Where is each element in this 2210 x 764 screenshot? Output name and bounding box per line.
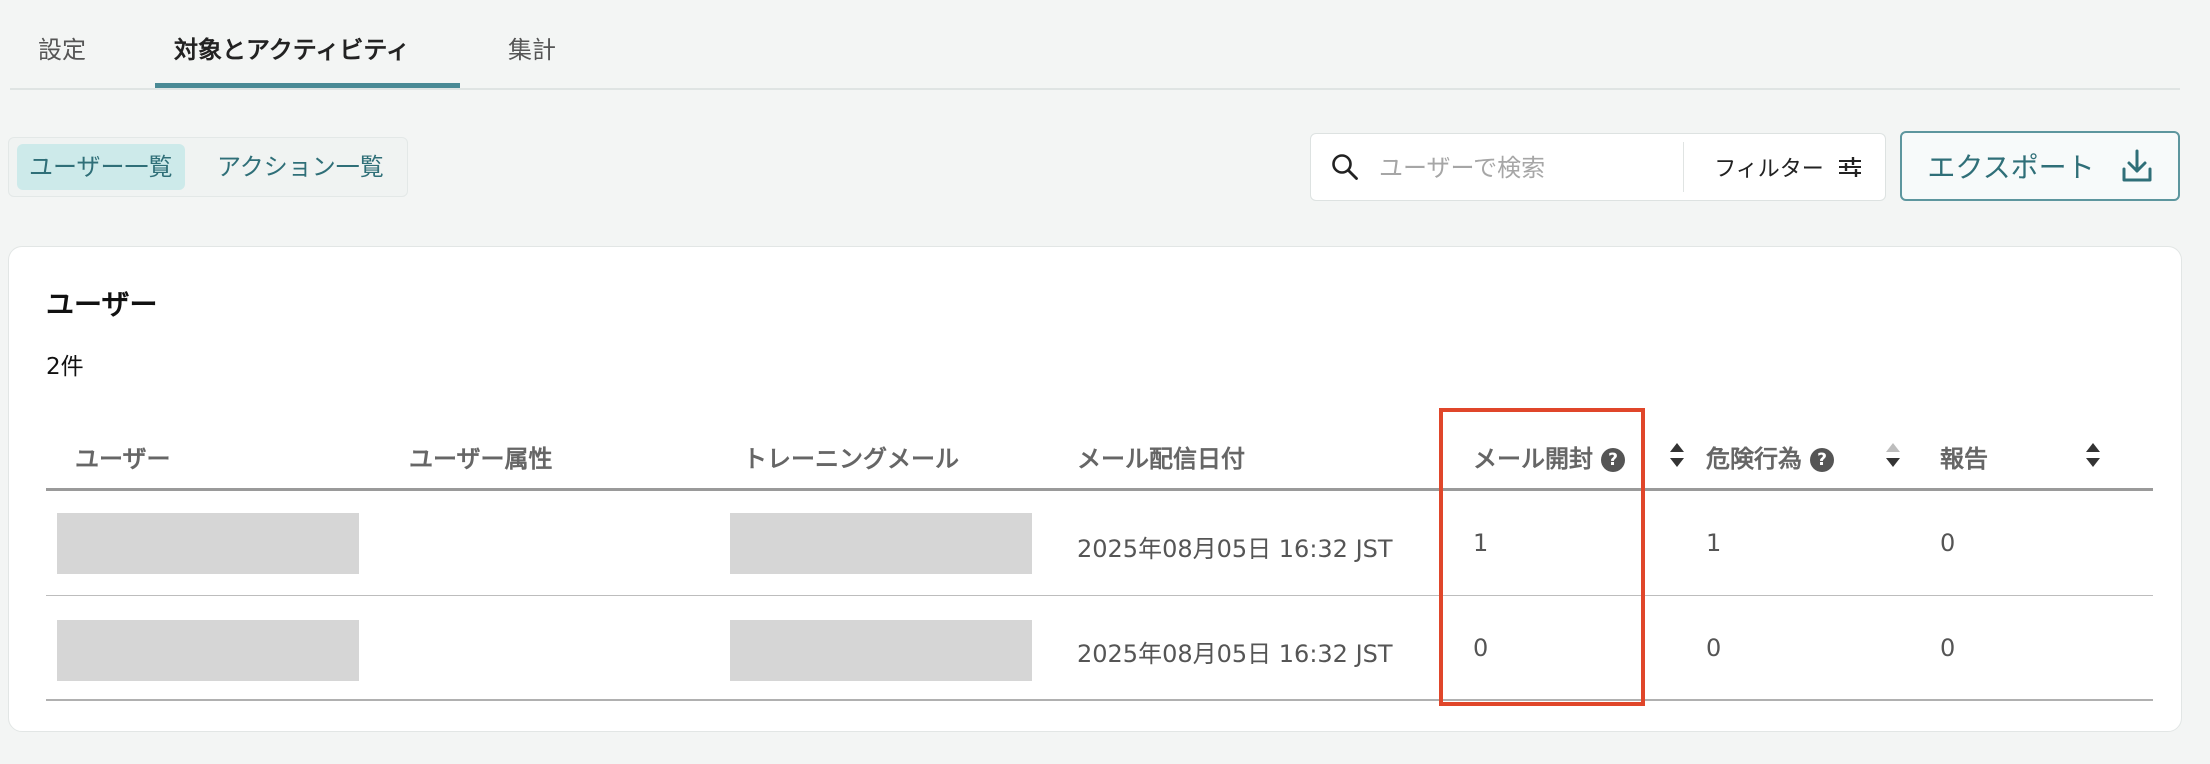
sort-icon[interactable] — [1669, 440, 1685, 470]
redacted-user-name — [57, 620, 359, 681]
mail-opened-highlight-box — [1439, 408, 1645, 706]
view-toggle: ユーザー一覧 アクション一覧 — [8, 137, 408, 197]
users-card: ユーザー 2件 ユーザー ユーザー属性 トレーニングメール メール配信日付 メー… — [8, 246, 2182, 732]
table-bottom-divider — [46, 699, 2153, 701]
tab-targets-activity[interactable]: 対象とアクティビティ — [174, 30, 410, 65]
active-tab-indicator — [155, 83, 460, 88]
search-input[interactable] — [1377, 144, 1681, 192]
column-header-risky-action-label: 危険行為 — [1706, 445, 1802, 473]
sort-icon[interactable] — [2085, 440, 2101, 470]
column-header-training-mail: トレーニングメール — [743, 445, 959, 473]
action-list-toggle[interactable]: アクション一覧 — [205, 144, 396, 190]
filter-label: フィルター — [1714, 157, 1824, 182]
column-header-risky-action[interactable]: 危険行為? — [1706, 439, 1834, 474]
column-header-attributes: ユーザー属性 — [409, 445, 553, 473]
reported-cell: 0 — [1940, 529, 1956, 557]
sort-icon[interactable] — [1885, 440, 1901, 470]
user-list-toggle[interactable]: ユーザー一覧 — [17, 144, 185, 190]
tab-bar: 設定 対象とアクティビティ 集計 — [10, 0, 2180, 90]
risky-action-cell: 0 — [1706, 634, 1722, 662]
sent-date-cell: 2025年08月05日 16:32 JST — [1077, 535, 1393, 563]
tab-settings[interactable]: 設定 — [38, 30, 86, 65]
redacted-training-mail — [730, 513, 1032, 574]
help-icon[interactable]: ? — [1810, 448, 1834, 472]
column-header-sent-date: メール配信日付 — [1077, 445, 1245, 473]
search-icon — [1332, 154, 1358, 180]
redacted-training-mail — [730, 620, 1032, 681]
column-header-user: ユーザー — [75, 445, 171, 473]
result-count: 2件 — [46, 354, 84, 380]
search-divider — [1683, 142, 1684, 192]
row-divider — [46, 595, 2153, 596]
risky-action-cell: 1 — [1706, 529, 1722, 557]
reported-cell: 0 — [1940, 634, 1956, 662]
export-label: エクスポート — [1927, 151, 2095, 184]
table-header-divider — [46, 488, 2153, 491]
download-icon — [2122, 149, 2152, 182]
filter-button[interactable]: フィルター — [1691, 134, 1885, 200]
column-header-reported[interactable]: 報告 — [1940, 439, 1988, 474]
sliders-icon — [1838, 157, 1861, 177]
card-title: ユーザー — [46, 288, 158, 321]
export-button[interactable]: エクスポート — [1900, 131, 2180, 201]
sent-date-cell: 2025年08月05日 16:32 JST — [1077, 640, 1393, 668]
redacted-user-name — [57, 513, 359, 574]
tab-summary[interactable]: 集計 — [508, 30, 556, 65]
search-box: フィルター — [1310, 133, 1886, 201]
